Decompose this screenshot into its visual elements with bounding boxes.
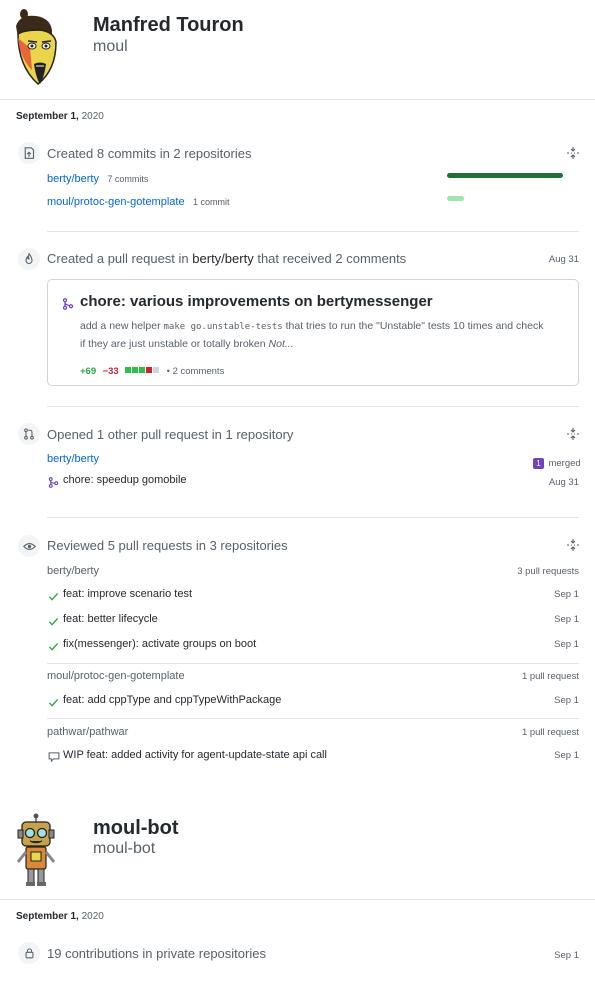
flame-icon <box>18 248 40 270</box>
pull-request-link[interactable]: feat: improve scenario test <box>63 588 192 600</box>
review-date: Sep 1 <box>554 614 579 625</box>
pull-request-link[interactable]: feat: add cppType and cppTypeWithPackage <box>63 694 281 706</box>
avatar-moul-bot[interactable] <box>12 812 60 887</box>
pull-request-body: add a new helper make go.unstable-tests … <box>80 318 550 353</box>
deletions-count: −33 <box>102 366 119 377</box>
review-count: 1 pull request <box>521 671 579 682</box>
review-repo[interactable]: berty/berty <box>47 565 99 577</box>
date-year: 2020 <box>81 911 104 922</box>
merged-label: merged <box>548 458 581 469</box>
repo-link[interactable]: moul/protoc-gen-gotemplate <box>47 196 185 208</box>
divider <box>47 406 579 407</box>
pull-request-title[interactable]: chore: various improvements on bertymess… <box>80 293 433 310</box>
repo-link[interactable]: berty/berty <box>47 173 99 185</box>
diff-box-added <box>139 366 146 373</box>
check-icon <box>48 695 59 713</box>
body-ellipsis: Not... <box>268 338 294 350</box>
avatar-moul[interactable] <box>10 8 60 88</box>
divider <box>0 99 595 100</box>
fold-icon[interactable] <box>566 427 580 441</box>
activity-date: Sep 1 <box>554 950 579 961</box>
merged-count: 1 <box>533 458 544 469</box>
date-label: September 1, <box>16 111 79 122</box>
pull-request-link[interactable]: chore: speedup gomobile <box>63 474 187 486</box>
check-icon <box>48 614 59 632</box>
diff-box-added <box>132 366 139 373</box>
pull-request-link[interactable]: feat: better lifecycle <box>63 613 158 625</box>
commit-bar <box>447 196 464 201</box>
lock-icon <box>18 942 40 964</box>
activity-date: Aug 31 <box>548 477 579 488</box>
comment-icon <box>48 750 60 768</box>
date-heading: September 1, 2020 <box>16 911 104 922</box>
pull-request-link[interactable]: fix(messenger): activate groups on boot <box>63 638 256 650</box>
pull-request-link[interactable]: WIP feat: added activity for agent-updat… <box>63 749 327 761</box>
review-date: Sep 1 <box>554 589 579 600</box>
diff-box-neutral <box>153 366 160 373</box>
date-label: September 1, <box>16 911 79 922</box>
fold-icon[interactable] <box>566 146 580 160</box>
divider <box>47 231 579 232</box>
body-code: make go.unstable-tests <box>163 322 283 332</box>
review-count: 1 pull request <box>521 727 579 738</box>
activity-title: Created a pull request in berty/berty th… <box>47 251 406 266</box>
profile-login[interactable]: moul <box>93 38 128 56</box>
git-merge-icon <box>48 475 59 493</box>
activity-title-prefix: Created a pull request in <box>47 251 189 266</box>
pull-request-card: chore: various improvements on bertymess… <box>47 279 579 386</box>
divider <box>47 718 579 719</box>
diff-box-deleted <box>146 366 153 373</box>
activity-title: Reviewed 5 pull requests in 3 repositori… <box>47 538 288 553</box>
git-pull-request-icon <box>18 423 40 445</box>
git-pull-request-icon <box>62 297 74 315</box>
divider <box>47 663 579 664</box>
profile-name[interactable]: moul-bot <box>93 817 179 840</box>
profile-name[interactable]: Manfred Touron <box>93 14 244 37</box>
activity-title-suffix: that received 2 comments <box>257 251 407 266</box>
activity-title: Opened 1 other pull request in 1 reposit… <box>47 427 294 442</box>
repo-link[interactable]: berty/berty <box>192 251 253 266</box>
additions-count: +69 <box>80 366 97 377</box>
review-date: Sep 1 <box>554 750 579 761</box>
profile-login[interactable]: moul-bot <box>93 840 155 858</box>
review-repo[interactable]: moul/protoc-gen-gotemplate <box>47 670 185 682</box>
diff-box-added <box>125 366 132 373</box>
activity-date: Aug 31 <box>548 254 579 265</box>
review-date: Sep 1 <box>554 639 579 650</box>
date-heading: September 1, 2020 <box>16 111 104 122</box>
review-date: Sep 1 <box>554 695 579 706</box>
activity-title: Created 8 commits in 2 repositories <box>47 146 252 161</box>
commit-bar <box>447 173 563 178</box>
activity-title: 19 contributions in private repositories <box>47 946 266 961</box>
date-year: 2020 <box>81 111 104 122</box>
review-repo[interactable]: pathwar/pathwar <box>47 726 128 738</box>
divider <box>0 899 595 900</box>
divider <box>47 517 579 518</box>
eye-icon <box>18 535 40 557</box>
merged-badge: 1 merged <box>533 453 581 471</box>
diff-bar <box>125 361 164 378</box>
commit-row: moul/protoc-gen-gotemplate 1 commit <box>47 192 230 210</box>
body-text: add a new helper <box>80 320 161 332</box>
commit-count[interactable]: 7 commits <box>107 174 148 184</box>
fold-icon[interactable] <box>566 538 580 552</box>
commit-count[interactable]: 1 commit <box>193 197 230 207</box>
comment-count[interactable]: • 2 comments <box>167 366 225 377</box>
review-count: 3 pull requests <box>517 566 579 577</box>
diff-stats: +69 −33 • 2 comments <box>80 361 224 379</box>
commit-row: berty/berty 7 commits <box>47 169 148 187</box>
repo-link[interactable]: berty/berty <box>47 453 99 465</box>
repo-push-icon <box>18 142 40 164</box>
check-icon <box>48 589 59 607</box>
check-icon <box>48 639 59 657</box>
